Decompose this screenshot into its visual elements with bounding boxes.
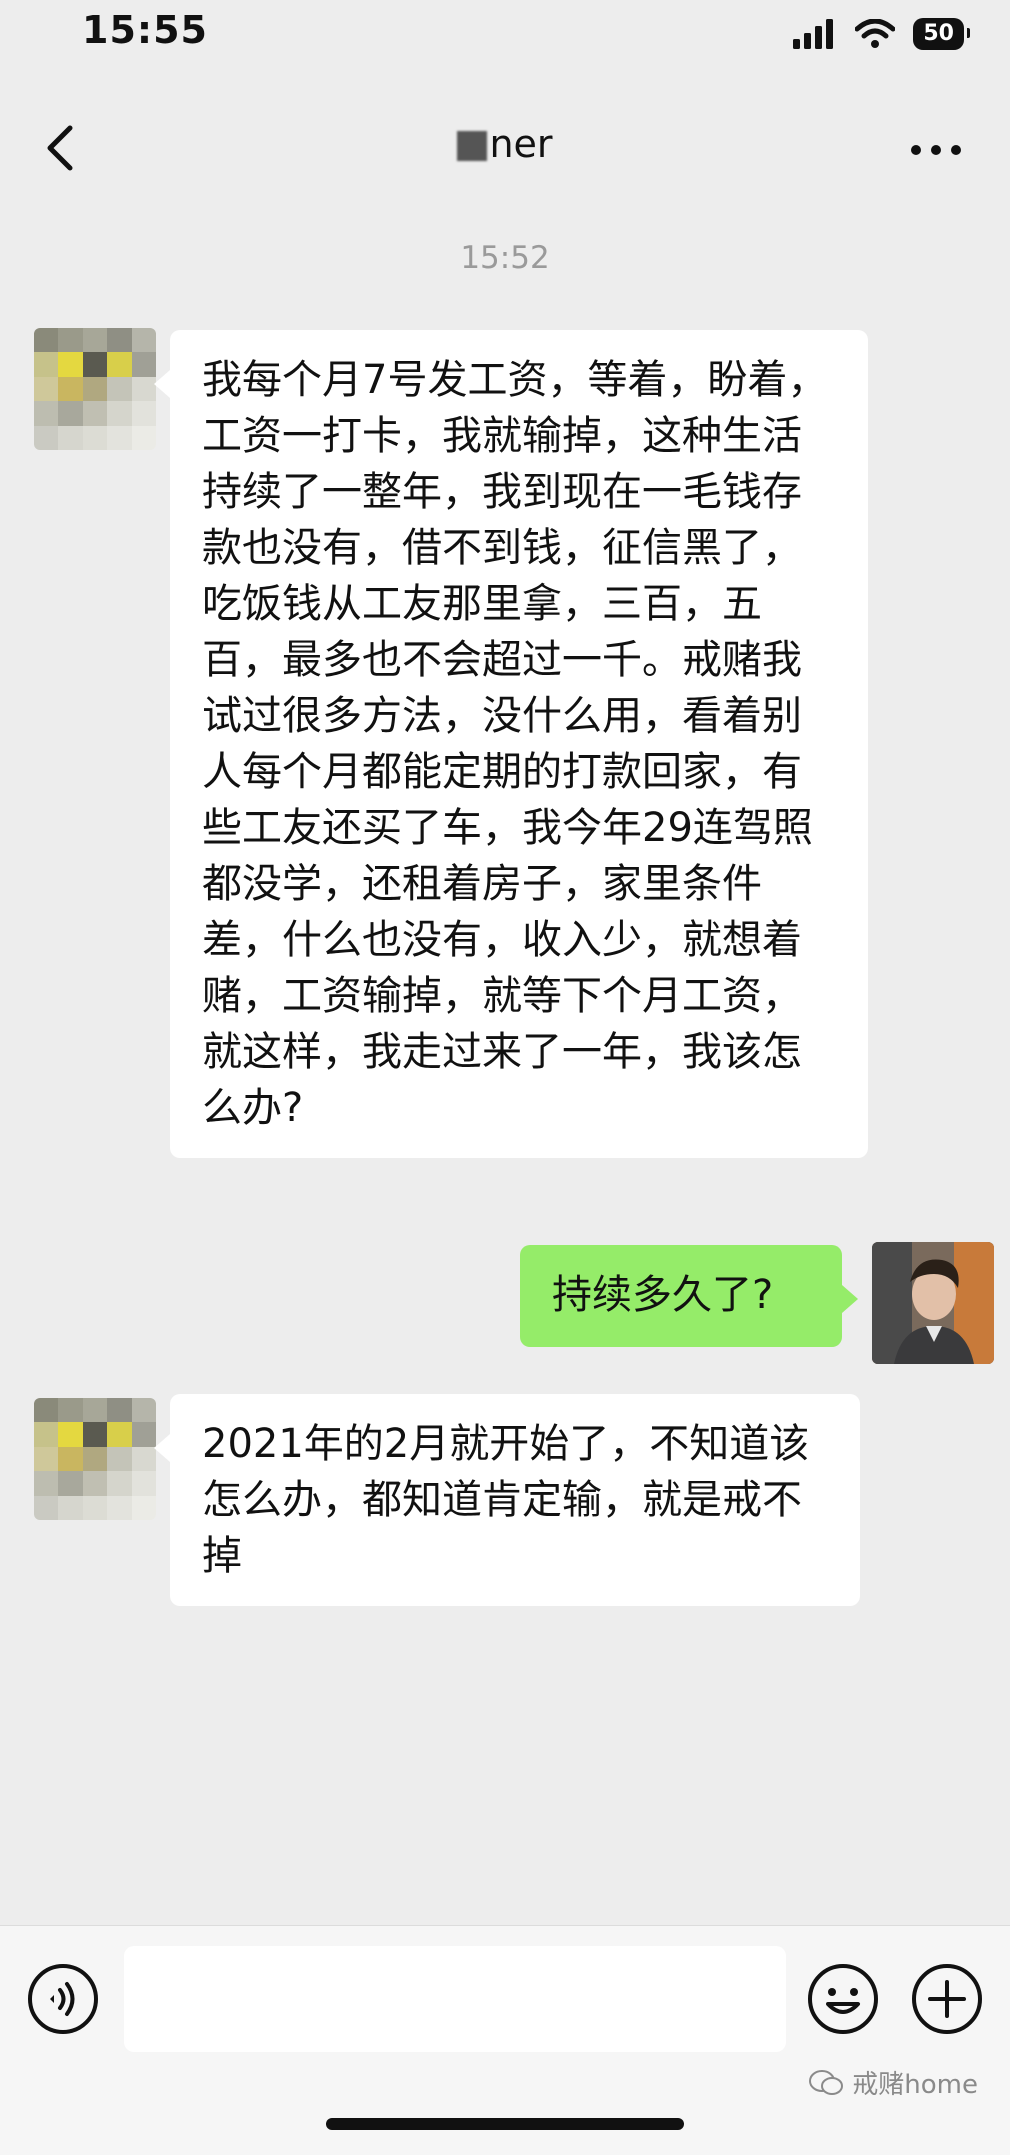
status-time: 15:55 [82,8,208,52]
plus-icon [912,1964,982,2034]
avatar[interactable] [34,328,156,450]
home-indicator[interactable] [326,2118,684,2130]
message-input[interactable] [124,1946,786,2052]
battery-indicator: 50 [913,18,970,50]
watermark-text: 戒赌home [852,2070,978,2100]
chat-title: ner [0,122,1010,166]
message-timestamp: 15:52 [460,240,550,276]
emoji-icon [808,1964,878,2034]
plus-button[interactable] [910,1962,984,2036]
voice-icon [28,1964,98,2034]
signal-icon [793,19,834,49]
wechat-icon [809,2069,844,2095]
user-photo-icon [872,1242,994,1364]
avatar-self[interactable] [872,1242,994,1364]
more-button[interactable] [906,130,966,170]
chat-title-text: ner [489,122,553,166]
message-bubble-outgoing: 持续多久了? [520,1245,858,1347]
emoji-button[interactable] [806,1962,880,2036]
title-redaction [457,131,488,161]
message-text: 2021年的2月就开始了，不知道该怎么办，都知道肯定输，就是戒不掉 [202,1421,810,1579]
message-bubble-incoming: 2021年的2月就开始了，不知道该怎么办，都知道肯定输，就是戒不掉 [154,1394,860,1606]
nav-bar: ner [0,100,1010,200]
message-text: 持续多久了? [552,1272,774,1318]
wifi-icon [855,19,896,48]
avatar[interactable] [34,1398,156,1520]
voice-button[interactable] [26,1962,100,2036]
watermark: 戒赌home [808,2064,978,2101]
message-text: 我每个月7号发工资，等着，盼着，工资一打卡，我就输掉，这种生活持续了一整年，我到… [202,357,828,1131]
more-dots-icon [911,145,961,155]
status-bar: 15:55 50 [0,0,1010,70]
status-icons: 50 [793,14,970,54]
message-bubble-incoming: 我每个月7号发工资，等着，盼着，工资一打卡，我就输掉，这种生活持续了一整年，我到… [154,330,868,1158]
